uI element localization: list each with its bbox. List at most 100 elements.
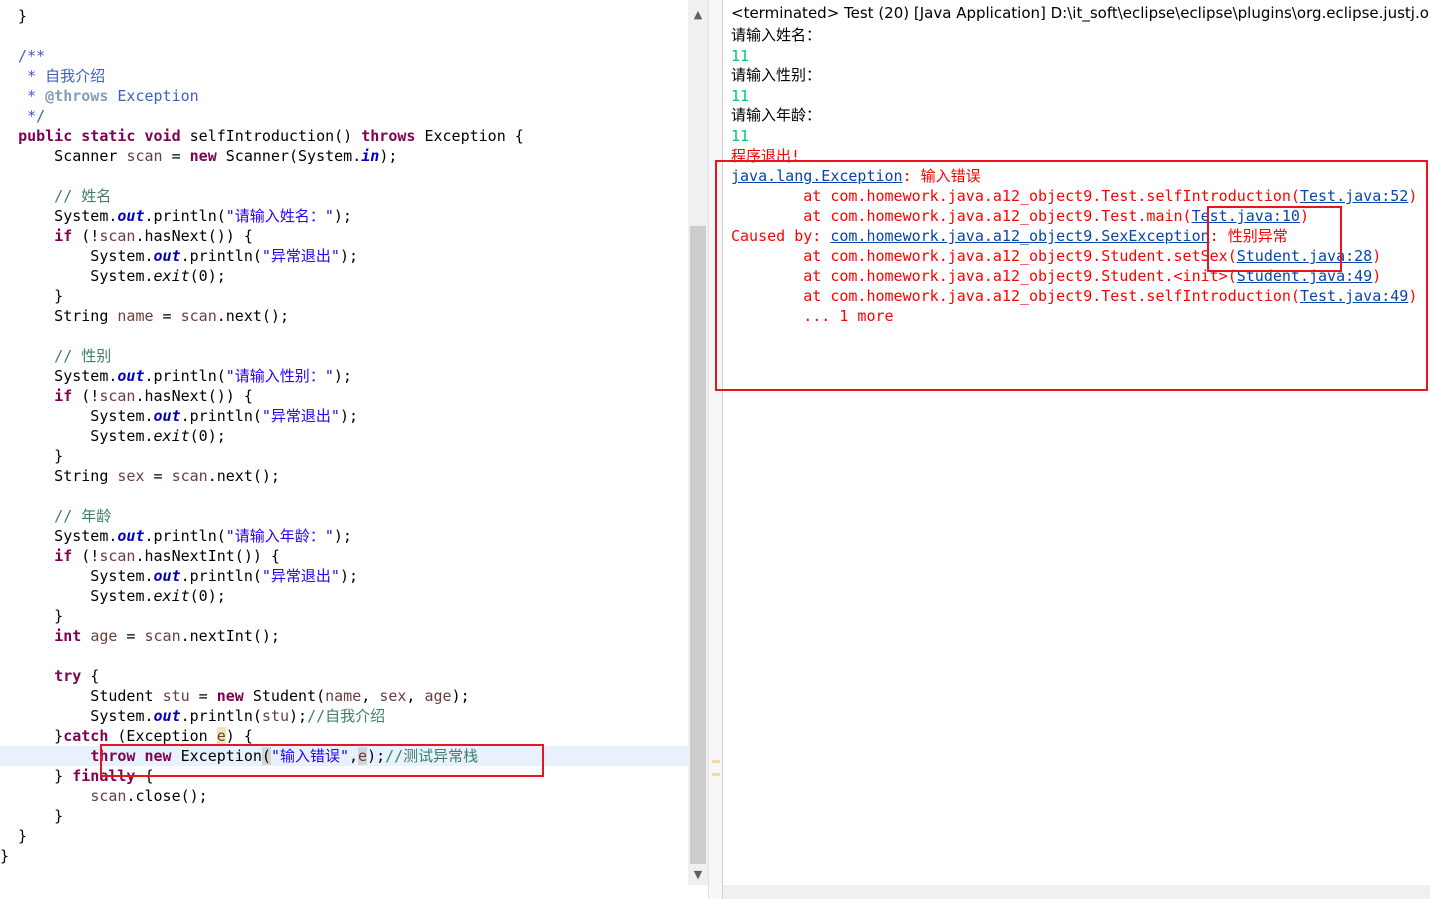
code-line[interactable]: System.out.println("请输入姓名："); [0, 206, 352, 226]
code-line[interactable]: scan.close(); [0, 786, 208, 806]
code-token: // 年龄 [0, 507, 112, 525]
code-token: void [144, 127, 181, 145]
code-token: = [189, 687, 217, 705]
console-view[interactable]: <terminated> Test (20) [Java Application… [722, 0, 1430, 899]
code-token: stu [261, 707, 289, 725]
code-token: ); [451, 687, 470, 705]
stacktrace-annotation-box [715, 160, 1428, 391]
code-token: * [0, 87, 46, 105]
code-line[interactable]: Scanner scan = new Scanner(System.in); [0, 146, 397, 166]
code-token: } [0, 287, 64, 305]
code-token: selfIntroduction() [180, 127, 362, 145]
code-line[interactable]: public static void selfIntroduction() th… [0, 126, 524, 146]
code-token: exit [153, 267, 190, 285]
code-token: ); [339, 247, 359, 265]
code-token: .hasNext()) { [135, 387, 253, 405]
code-token: .println( [180, 407, 262, 425]
console-horizontal-scrollbar[interactable] [723, 885, 1430, 899]
code-line[interactable]: System.out.println("异常退出"); [0, 246, 358, 266]
scroll-down-icon[interactable]: ▼ [688, 866, 708, 883]
editor-vertical-scrollbar[interactable]: ▲ ▼ [688, 0, 708, 885]
code-line[interactable]: } [0, 6, 27, 26]
code-line[interactable]: int age = scan.nextInt(); [0, 626, 280, 646]
code-line[interactable]: try { [0, 666, 99, 686]
code-token: (! [72, 387, 100, 405]
code-token: .println( [144, 527, 226, 545]
code-line[interactable]: Student stu = new Student(name, sex, age… [0, 686, 470, 706]
code-line[interactable]: // 年龄 [0, 506, 111, 526]
code-token: new [189, 147, 217, 165]
code-line[interactable]: System.out.println("异常退出"); [0, 406, 358, 426]
code-line[interactable]: System.out.println("请输入性别："); [0, 366, 352, 386]
code-token: scan [180, 307, 217, 325]
code-token: = [117, 627, 145, 645]
code-line[interactable]: if (!scan.hasNextInt()) { [0, 546, 280, 566]
console-text: 请输入性别： [731, 66, 822, 84]
code-token: scan [144, 627, 181, 645]
code-token: System. [0, 247, 154, 265]
code-line[interactable]: // 性别 [0, 346, 111, 366]
code-token: ); [339, 407, 359, 425]
code-token: String [0, 307, 118, 325]
code-line[interactable]: } [0, 826, 27, 846]
code-token: Student [0, 687, 163, 705]
occurrence-marker[interactable] [712, 773, 720, 776]
code-token: , [406, 687, 425, 705]
code-token: try [54, 667, 82, 685]
code-token: name [117, 307, 154, 325]
code-token: (0); [189, 267, 226, 285]
code-token: // 性别 [0, 347, 112, 365]
code-line[interactable]: String sex = scan.next(); [0, 466, 280, 486]
code-line[interactable]: * 自我介绍 [0, 66, 105, 86]
code-token: System. [0, 367, 118, 385]
code-line[interactable]: System.exit(0); [0, 586, 225, 606]
code-token: { [81, 667, 100, 685]
code-line[interactable]: } [0, 846, 9, 866]
code-token: in [361, 147, 380, 165]
code-line[interactable]: }catch (Exception e) { [0, 726, 253, 746]
code-token: out [117, 207, 145, 225]
code-line[interactable]: System.out.println(stu);//自我介绍 [0, 706, 385, 726]
code-line[interactable]: System.out.println("异常退出"); [0, 566, 358, 586]
scrollbar-thumb[interactable] [690, 226, 706, 864]
code-line[interactable]: /** [0, 46, 45, 66]
code-line[interactable]: String name = scan.next(); [0, 306, 289, 326]
code-token: age [90, 627, 118, 645]
code-token: scan [171, 467, 208, 485]
code-line[interactable]: */ [0, 106, 45, 126]
code-token: } [0, 607, 64, 625]
code-line[interactable]: if (!scan.hasNext()) { [0, 226, 253, 246]
code-line[interactable]: } [0, 446, 63, 466]
code-token: = [153, 307, 181, 325]
console-text: 11 [731, 87, 750, 105]
code-token: .println( [180, 567, 262, 585]
code-token: System. [0, 267, 154, 285]
occurrence-marker[interactable] [712, 760, 720, 763]
cause-annotation-box [1207, 206, 1342, 272]
code-token: exit [153, 427, 190, 445]
code-token: ); [333, 367, 352, 385]
code-token: out [153, 247, 181, 265]
code-line[interactable]: System.exit(0); [0, 426, 225, 446]
code-token: .nextInt(); [180, 627, 280, 645]
console-text: 请输入年龄： [731, 106, 822, 124]
overview-ruler[interactable] [708, 0, 723, 899]
code-line[interactable]: System.out.println("请输入年龄："); [0, 526, 352, 546]
code-token: ); [333, 207, 352, 225]
code-token: .close(); [126, 787, 208, 805]
code-line[interactable]: System.exit(0); [0, 266, 226, 286]
code-token: System. [0, 427, 154, 445]
scroll-up-icon[interactable]: ▲ [688, 6, 708, 23]
code-line[interactable]: if (!scan.hasNext()) { [0, 386, 253, 406]
console-line: 11 [731, 46, 749, 66]
code-token: scan [99, 547, 136, 565]
code-token: public [18, 127, 73, 145]
code-line[interactable]: } [0, 286, 63, 306]
code-line[interactable]: * @throws Exception [0, 86, 199, 106]
code-token: exit [153, 587, 190, 605]
code-token: .println( [144, 367, 226, 385]
code-token: } [0, 827, 28, 845]
code-line[interactable]: } [0, 806, 63, 826]
code-line[interactable]: } [0, 606, 63, 626]
code-line[interactable]: // 姓名 [0, 186, 111, 206]
